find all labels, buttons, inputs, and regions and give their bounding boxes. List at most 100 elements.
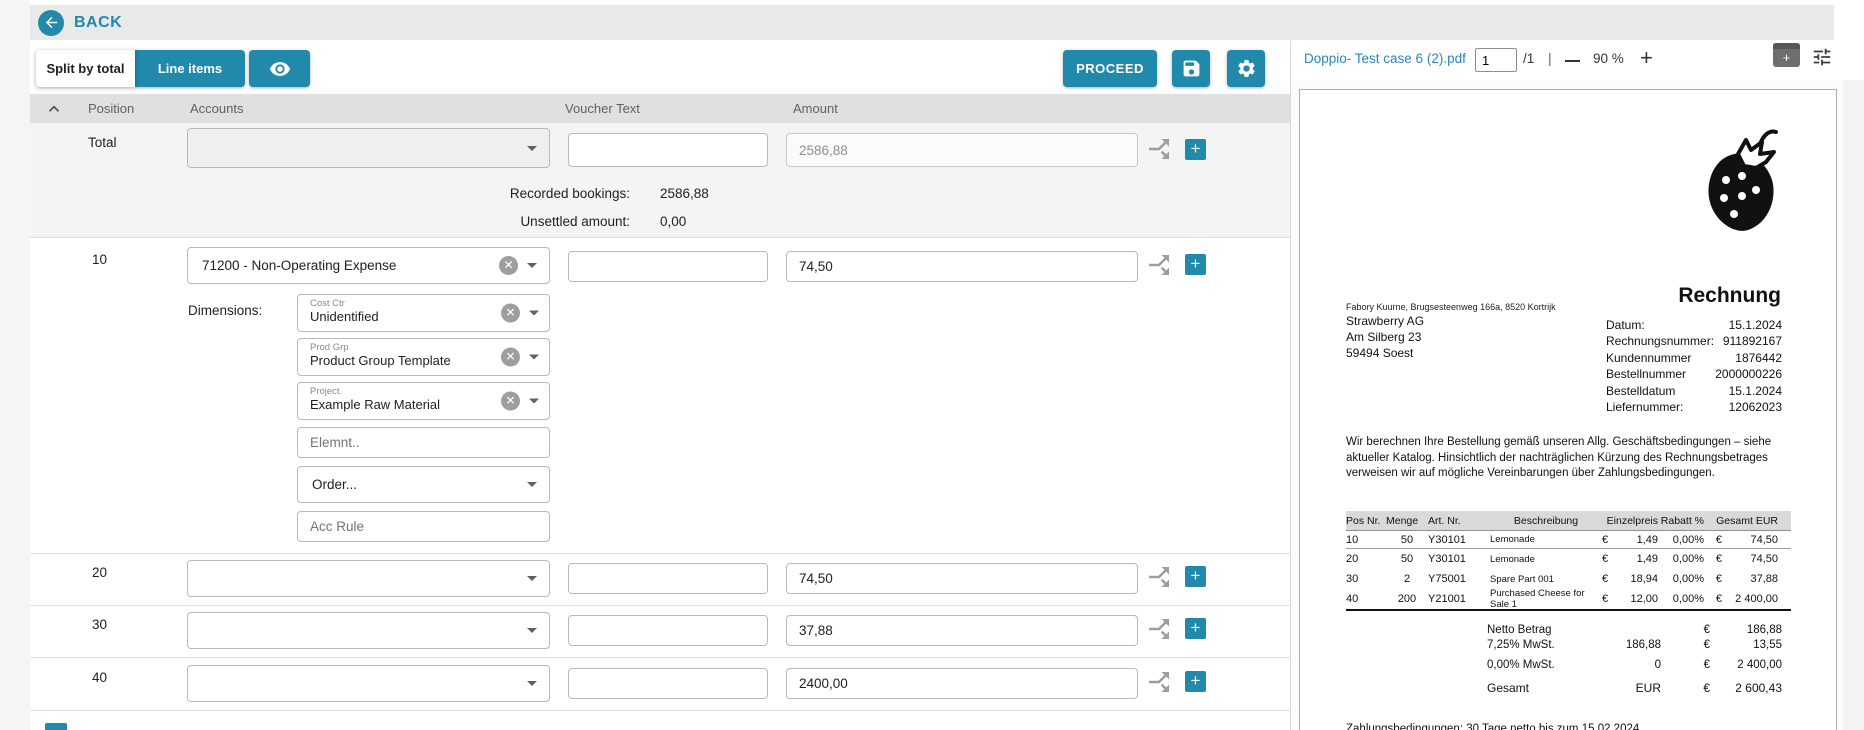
app-window: BACK Split by total Line items PROCEED P… <box>0 0 1864 730</box>
clear-icon[interactable]: ✕ <box>501 392 520 411</box>
pdf-view-area: Rechnung Fabory Kuurne, Brugsesteenweg 1… <box>1291 80 1843 730</box>
totals-mid: 186,88 <box>1597 639 1661 651</box>
page-number-input[interactable] <box>1475 48 1517 72</box>
dimension-prod-grp-select[interactable]: Prod Grp Product Group Template ✕ <box>297 338 550 376</box>
clear-icon[interactable]: ✕ <box>501 304 520 323</box>
totals-label: Gesamt <box>1487 681 1597 695</box>
accounts-select-row-40[interactable] <box>187 665 550 702</box>
settings-button[interactable] <box>1227 50 1265 87</box>
accounts-select-row-20[interactable] <box>187 560 550 597</box>
back-button[interactable] <box>38 10 64 36</box>
split-amount-icon[interactable] <box>1144 614 1174 644</box>
voucher-input-row-40[interactable] <box>568 668 768 699</box>
totals-label: 7,25% MwSt. <box>1487 639 1597 651</box>
zoom-out-icon[interactable] <box>1565 60 1580 62</box>
split-amount-icon[interactable] <box>1144 134 1174 164</box>
dimension-cost-ctr-select[interactable]: Cost Ctr Unidentified ✕ <box>297 294 550 332</box>
row-divider <box>30 710 1290 711</box>
amount-input-row-10[interactable] <box>786 251 1138 282</box>
split-amount-icon[interactable] <box>1144 667 1174 697</box>
add-split-row-button[interactable]: + <box>1185 671 1206 692</box>
invoice-meta-row: Datum:15.1.2024 <box>1606 318 1782 334</box>
proceed-button[interactable]: PROCEED <box>1063 50 1157 87</box>
invoice-title: Rechnung <box>1580 284 1781 308</box>
preview-button[interactable] <box>249 50 310 87</box>
add-row-button-partial[interactable] <box>45 723 67 730</box>
recipient-city: 59494 Soest <box>1346 346 1413 360</box>
pdf-toolbar: Doppio- Test case 6 (2).pdf /1 | 90 % + … <box>1291 41 1864 80</box>
dimension-project-select[interactable]: Project. Example Raw Material ✕ <box>297 382 550 420</box>
dimension-order-select[interactable]: Order... <box>297 466 550 503</box>
items-header-gesamt: Gesamt EUR <box>1704 515 1778 527</box>
eye-icon <box>269 58 291 80</box>
split-by-total-label: Split by total <box>47 61 125 76</box>
fit-to-page-icon[interactable]: + <box>1773 43 1800 67</box>
totals-value: 186,88 <box>1710 624 1782 636</box>
totals-value: 2 600,43 <box>1710 681 1782 695</box>
split-amount-icon[interactable] <box>1144 562 1174 592</box>
zoom-in-icon[interactable]: + <box>1640 45 1653 71</box>
items-header-einzelpreis: Einzelpreis <box>1602 515 1658 527</box>
totals-netto-row: Netto Betrag € 186,88 <box>1487 624 1782 636</box>
save-button[interactable] <box>1172 50 1210 87</box>
add-split-row-button[interactable]: + <box>1185 618 1206 639</box>
plus-icon: + <box>1191 618 1201 637</box>
column-amount: Amount <box>793 101 838 116</box>
split-amount-icon[interactable] <box>1144 250 1174 280</box>
dimension-element-input[interactable] <box>297 427 550 458</box>
row-divider <box>30 657 1290 658</box>
row-divider <box>30 605 1290 606</box>
accounts-select-row-10[interactable]: 71200 - Non-Operating Expense ✕ <box>187 247 550 284</box>
accounts-select-row-30[interactable] <box>187 612 550 649</box>
items-header-beschreibung: Beschreibung <box>1490 515 1602 527</box>
totals-mwst0-row: 0,00% MwSt. 0 € 2 400,00 <box>1487 659 1782 671</box>
dimension-acc-rule-input[interactable] <box>297 511 550 542</box>
dimensions-label: Dimensions: <box>188 303 262 318</box>
totals-gesamt-row: Gesamt EUR € 2 600,43 <box>1487 681 1782 695</box>
total-accounts-select[interactable] <box>187 128 550 168</box>
add-split-row-button[interactable]: + <box>1185 566 1206 587</box>
voucher-input-row-10[interactable] <box>568 251 768 282</box>
clear-icon[interactable]: ✕ <box>499 256 518 275</box>
toolbar-separator: | <box>1548 50 1552 66</box>
split-by-total-button[interactable]: Split by total <box>36 50 135 87</box>
amount-input-row-30[interactable] <box>786 615 1138 646</box>
arrow-left-icon <box>43 14 60 31</box>
clear-icon[interactable]: ✕ <box>501 348 520 367</box>
invoice-items-table: Pos Nr. Menge Art. Nr. Beschreibung Einz… <box>1346 511 1791 611</box>
totals-label: 0,00% MwSt. <box>1487 659 1597 671</box>
collapse-chevron-icon[interactable] <box>45 100 63 118</box>
chevron-down-icon <box>527 576 537 581</box>
invoice-meta-block: Datum:15.1.2024Rechnungsnummer:911892167… <box>1606 318 1782 416</box>
add-split-row-button[interactable]: + <box>1185 254 1206 275</box>
voucher-input-row-20[interactable] <box>568 563 768 594</box>
tune-icon[interactable] <box>1811 46 1833 68</box>
column-position: Position <box>88 101 134 116</box>
totals-value: 13,55 <box>1710 639 1782 651</box>
totals-currency: € <box>1661 659 1710 671</box>
amount-input-row-20[interactable] <box>786 563 1138 594</box>
proceed-label: PROCEED <box>1076 61 1144 76</box>
line-items-button[interactable]: Line items <box>135 50 245 87</box>
line-items-label: Line items <box>158 61 222 76</box>
row-position: 30 <box>92 617 107 632</box>
total-voucher-input[interactable] <box>568 133 768 167</box>
amount-input-row-40[interactable] <box>786 668 1138 699</box>
plus-icon: + <box>1773 49 1800 66</box>
row-position: 40 <box>92 670 107 685</box>
total-amount-input[interactable] <box>786 133 1138 167</box>
invoice-item-row: 40200Y21001Purchased Cheese for Sale 1€1… <box>1346 589 1791 609</box>
chevron-down-icon <box>529 355 539 360</box>
plus-icon: + <box>1191 566 1201 585</box>
split-table-header: Position Accounts Voucher Text Amount <box>30 94 1290 123</box>
invoice-sender-line: Fabory Kuurne, Brugsesteenweg 166a, 8520… <box>1346 302 1556 312</box>
voucher-input-row-30[interactable] <box>568 615 768 646</box>
back-label[interactable]: BACK <box>74 14 122 32</box>
top-bar: BACK <box>30 5 1834 40</box>
chevron-down-icon <box>527 482 537 487</box>
chevron-down-icon <box>527 263 537 268</box>
pdf-filename-link[interactable]: Doppio- Test case 6 (2).pdf <box>1304 51 1466 66</box>
recorded-bookings-value: 2586,88 <box>660 186 709 201</box>
add-split-row-button[interactable]: + <box>1185 139 1206 160</box>
page-total: /1 <box>1523 51 1534 66</box>
